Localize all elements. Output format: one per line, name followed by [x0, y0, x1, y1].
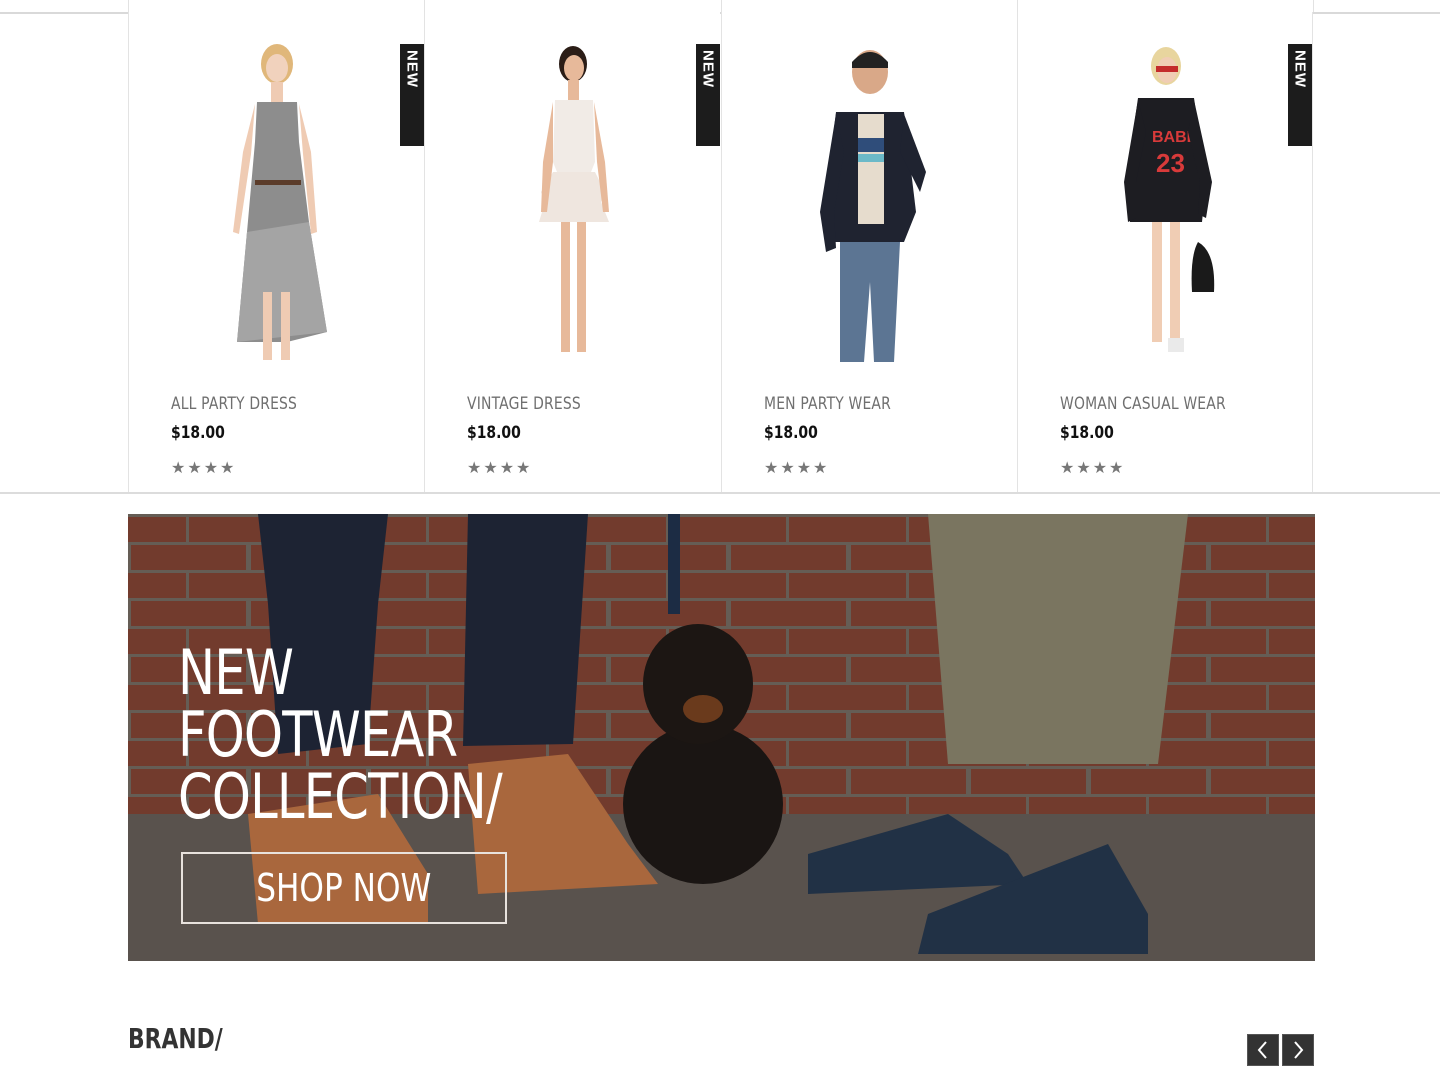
- carousel-next-button[interactable]: [1282, 1034, 1314, 1066]
- brand-section-title: BRAND/: [128, 1022, 223, 1055]
- footwear-banner[interactable]: NEW FOOTWEAR COLLECTION/ SHOP NOW: [128, 514, 1315, 961]
- product-image[interactable]: [473, 42, 673, 362]
- new-badge: NEW: [1288, 44, 1312, 146]
- divider: [1017, 0, 1018, 12]
- product-name[interactable]: VINTAGE DRESS: [467, 394, 581, 414]
- product-name[interactable]: WOMAN CASUAL WEAR: [1060, 394, 1226, 414]
- divider: [1313, 0, 1314, 12]
- rating-stars: ★★★★: [764, 460, 830, 477]
- rating-stars: ★★★★: [467, 460, 533, 477]
- product-image[interactable]: BABE 23: [1066, 42, 1266, 362]
- divider: [721, 0, 722, 12]
- carousel-prev-button[interactable]: [1247, 1034, 1279, 1066]
- divider: [128, 0, 129, 12]
- rating-stars: ★★★★: [171, 460, 237, 477]
- chevron-left-icon: [1257, 1041, 1267, 1059]
- shop-now-button[interactable]: SHOP NOW: [181, 852, 507, 924]
- divider: [424, 0, 425, 12]
- rating-stars: ★★★★: [1060, 460, 1126, 477]
- product-grid: NEW ALL PARTY DRESS $18.00 ★★★★ NEW VINT…: [0, 12, 1440, 494]
- new-badge: NEW: [696, 44, 720, 146]
- product-price: $18.00: [764, 423, 818, 443]
- product-price: $18.00: [171, 423, 225, 443]
- product-price: $18.00: [1060, 423, 1114, 443]
- chevron-right-icon: [1294, 1041, 1304, 1059]
- product-card[interactable]: NEW ALL PARTY DRESS $18.00 ★★★★: [128, 12, 424, 492]
- product-name[interactable]: MEN PARTY WEAR: [764, 394, 891, 414]
- new-badge: NEW: [400, 44, 424, 146]
- product-image[interactable]: [770, 42, 970, 362]
- product-card[interactable]: NEW BABE 23 WOMAN CASUAL WEAR $18.00 ★★★…: [1017, 12, 1313, 492]
- banner-title: NEW FOOTWEAR COLLECTION/: [178, 636, 503, 833]
- product-image[interactable]: [177, 42, 377, 362]
- svg-text:23: 23: [1156, 148, 1185, 178]
- product-card[interactable]: NEW VINTAGE DRESS $18.00 ★★★★: [424, 12, 720, 492]
- product-card[interactable]: MEN PARTY WEAR $18.00 ★★★★: [721, 12, 1017, 492]
- product-name[interactable]: ALL PARTY DRESS: [171, 394, 297, 414]
- product-price: $18.00: [467, 423, 521, 443]
